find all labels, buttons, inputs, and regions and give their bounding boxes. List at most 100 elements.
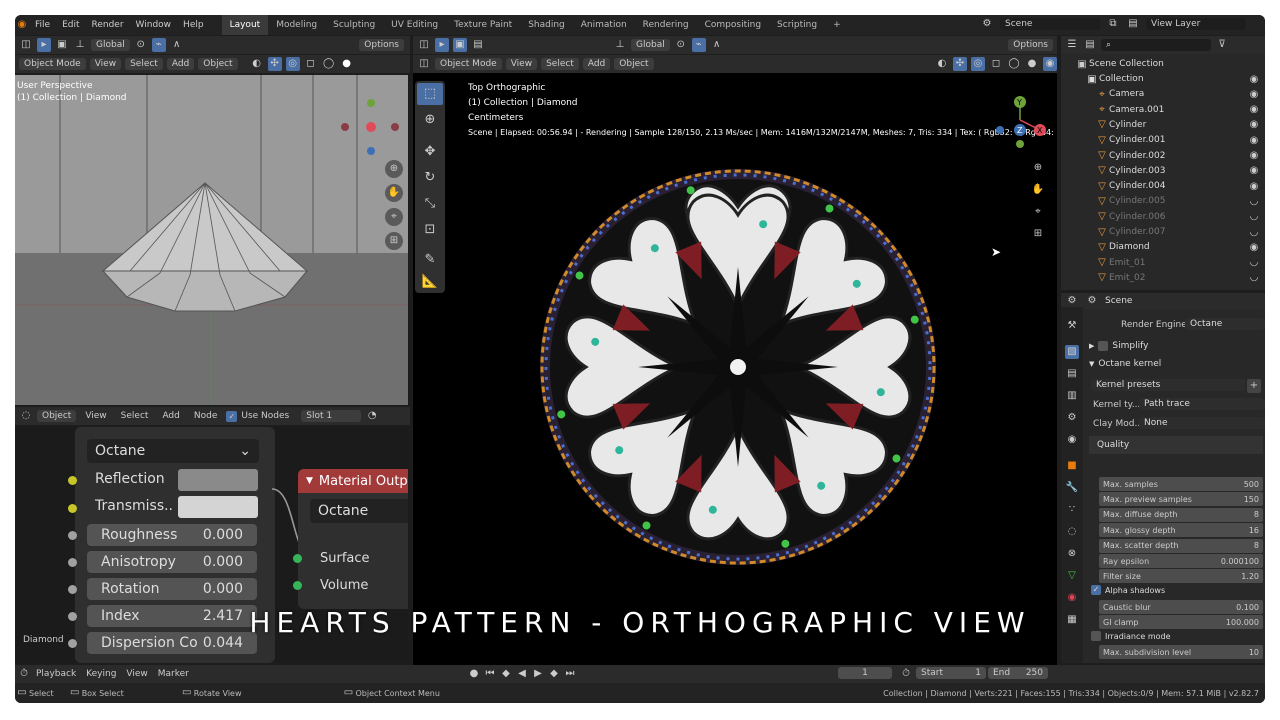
quality-field[interactable]: Max. scatter depth 8: [1099, 538, 1263, 553]
add-workspace-button[interactable]: +: [825, 15, 849, 35]
socket-reflection[interactable]: [68, 476, 77, 485]
zoom-icon[interactable]: ⊕: [385, 160, 403, 178]
hidden-icon[interactable]: ◡: [1247, 271, 1261, 285]
select-cursor-icon[interactable]: ⬚: [417, 83, 443, 105]
outliner-item[interactable]: ▽ Cylinder.006 ◡: [1061, 210, 1265, 225]
preview-range-icon[interactable]: ⏱: [899, 667, 913, 681]
timeline-view-menu[interactable]: View: [121, 668, 152, 680]
snap-icon[interactable]: ⌁: [151, 38, 166, 52]
menu-add[interactable]: Add: [582, 58, 611, 70]
view-layer-selector[interactable]: View Layer: [1146, 18, 1246, 30]
tab-scripting[interactable]: Scripting: [769, 15, 825, 35]
eye-icon[interactable]: ◉: [1247, 103, 1261, 117]
eye-icon[interactable]: ◉: [1247, 73, 1261, 87]
shading-solid-icon[interactable]: ●: [340, 57, 354, 71]
gizmo-icon[interactable]: ✣: [267, 57, 282, 71]
outliner-root[interactable]: ▣ Scene Collection: [1061, 57, 1265, 72]
socket-anisotropy[interactable]: [68, 558, 77, 567]
navigation-axis-gizmo[interactable]: Y X Z: [988, 88, 1048, 148]
tool-tab-icon[interactable]: ⚒: [1065, 319, 1079, 333]
kernel-presets-dropdown[interactable]: Kernel presets: [1091, 379, 1245, 391]
output-tab-icon[interactable]: ▤: [1065, 367, 1079, 381]
quality-field[interactable]: Max. preview samples 150: [1099, 492, 1263, 507]
menu-view[interactable]: View: [505, 58, 538, 70]
node-menu-add[interactable]: Add: [157, 410, 184, 422]
visibility-icon[interactable]: ◐: [250, 57, 264, 71]
socket-rotation[interactable]: [68, 585, 77, 594]
move-tool-icon[interactable]: ✥: [417, 141, 443, 163]
outliner-item[interactable]: ▽ Cylinder.003 ◉: [1061, 164, 1265, 179]
menu-view[interactable]: View: [89, 58, 122, 70]
camera-view-icon[interactable]: ⌖: [385, 208, 403, 226]
mode-dropdown[interactable]: Object Mode: [19, 58, 86, 70]
material-icon[interactable]: ◔: [365, 409, 379, 423]
grid-icon[interactable]: ⊞: [1031, 227, 1045, 241]
collapse-arrow-icon[interactable]: ▼: [306, 476, 313, 486]
camera-view-icon[interactable]: ⌖: [1031, 205, 1045, 219]
tab-uv-editing[interactable]: UV Editing: [383, 15, 446, 35]
simplify-panel[interactable]: ▶ Simplify: [1089, 341, 1148, 351]
outliner-item[interactable]: ▽ Cylinder.007 ◡: [1061, 225, 1265, 240]
quality-field[interactable]: Max. diffuse depth 8: [1099, 507, 1263, 522]
menu-file[interactable]: File: [29, 15, 56, 35]
outliner-item[interactable]: ▽ Cylinder.004 ◉: [1061, 179, 1265, 194]
menu-edit[interactable]: Edit: [56, 15, 85, 35]
jump-end-icon[interactable]: ⏭: [563, 667, 577, 681]
blender-logo-icon[interactable]: ◉: [15, 18, 29, 32]
render-tab-icon[interactable]: ▧: [1065, 345, 1079, 359]
grid-icon[interactable]: ⊞: [385, 232, 403, 250]
eye-icon[interactable]: ◉: [1247, 241, 1261, 255]
prev-keyframe-icon[interactable]: ◆: [499, 667, 513, 681]
snap-icon[interactable]: ⌁: [691, 38, 706, 52]
pivot-icon[interactable]: ⊙: [674, 38, 688, 52]
outliner-item[interactable]: ▣ Collection ◉: [1061, 72, 1265, 87]
quality-field[interactable]: Max. samples 500: [1099, 477, 1263, 491]
material-output-header[interactable]: ▼ Material Outp: [298, 469, 408, 493]
roughness-field[interactable]: Roughness 0.000: [87, 524, 257, 546]
copy-scene-icon[interactable]: ⧉: [1106, 17, 1120, 31]
reflection-color-swatch[interactable]: [178, 469, 258, 491]
output-target-dropdown[interactable]: Octane: [310, 499, 408, 523]
kernel-type-dropdown[interactable]: Path trace: [1139, 398, 1265, 410]
pivot-icon[interactable]: ⊙: [134, 38, 148, 52]
scene-selector[interactable]: Scene: [1000, 18, 1100, 30]
tab-layout[interactable]: Layout: [221, 15, 269, 35]
material-tab-icon[interactable]: ◉: [1065, 591, 1079, 605]
shading-wire-icon[interactable]: ◯: [322, 57, 336, 71]
proportional-icon[interactable]: ∧: [170, 38, 184, 52]
editor-type-icon[interactable]: ⚙: [1065, 294, 1079, 308]
data-tab-icon[interactable]: ▽: [1065, 569, 1079, 583]
alpha-shadows-row[interactable]: ✓ Alpha shadows: [1091, 585, 1165, 595]
xray-icon[interactable]: ◻: [989, 57, 1003, 71]
jump-start-icon[interactable]: ⏮: [483, 667, 497, 681]
hidden-icon[interactable]: ◡: [1247, 226, 1261, 240]
overlay-icon[interactable]: ◎: [971, 57, 985, 71]
add-preset-icon[interactable]: +: [1247, 379, 1261, 393]
shading-rendered-icon[interactable]: ◉: [1043, 57, 1057, 71]
shading-wire-icon[interactable]: ◯: [1007, 57, 1021, 71]
outliner-item[interactable]: ▽ Emit_02 ◡: [1061, 271, 1265, 286]
outliner-search-input[interactable]: ⌕: [1101, 39, 1211, 51]
gizmo-icon[interactable]: ✣: [953, 57, 967, 71]
xray-icon[interactable]: ◻: [304, 57, 318, 71]
play-icon[interactable]: ▶: [531, 667, 545, 681]
hidden-icon[interactable]: ◡: [1247, 210, 1261, 224]
outliner-item[interactable]: ▽ Cylinder ◉: [1061, 118, 1265, 133]
node-menu-view[interactable]: View: [80, 410, 111, 422]
menu-object[interactable]: Object: [614, 58, 654, 70]
transform-tool-icon[interactable]: ⊡: [417, 219, 443, 241]
shading-solid-icon[interactable]: ●: [1025, 57, 1039, 71]
object-tab-icon[interactable]: ■: [1065, 459, 1079, 473]
alpha-shadows-checkbox[interactable]: ✓: [1091, 585, 1101, 595]
physics-tab-icon[interactable]: ◌: [1065, 525, 1079, 539]
select-box-icon[interactable]: ▣: [453, 38, 467, 52]
rotate-tool-icon[interactable]: ↻: [417, 167, 443, 189]
modifier-tab-icon[interactable]: 🔧: [1065, 481, 1079, 495]
quality-field[interactable]: Ray epsilon 0.000100: [1099, 554, 1263, 568]
mode-dropdown[interactable]: Object Mode: [435, 58, 502, 70]
render-viewport[interactable]: ⬚ ⊕ ✥ ↻ ⤡ ⊡ ✎ 📐 Top Orthographic (1) Col…: [413, 73, 1057, 665]
editor-type-icon[interactable]: ◫: [417, 38, 431, 52]
filter-icon[interactable]: ⊽: [1215, 38, 1229, 52]
editor-type-icon[interactable]: ◫: [19, 38, 33, 52]
menu-window[interactable]: Window: [130, 15, 178, 35]
